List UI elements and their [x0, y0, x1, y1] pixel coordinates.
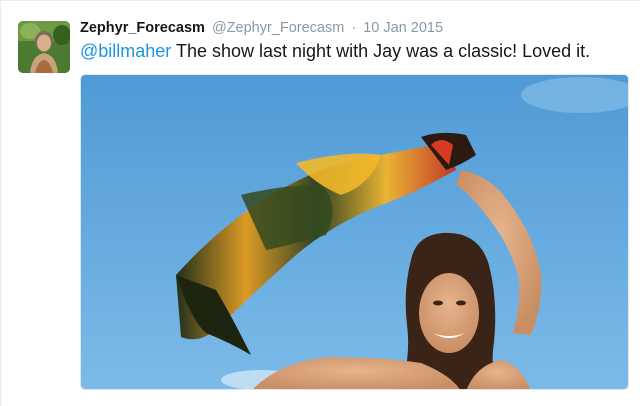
mention-link[interactable]: @billmaher	[80, 41, 171, 61]
tweet-media-photo[interactable]	[80, 74, 629, 390]
tweet-header: Zephyr_Forecasm @Zephyr_Forecasm · 10 Ja…	[80, 18, 443, 38]
tweet-text: @billmaher The show last night with Jay …	[80, 39, 590, 63]
separator-dot: ·	[351, 20, 357, 36]
user-avatar[interactable]	[18, 21, 70, 73]
display-name[interactable]: Zephyr_Forecasm	[80, 20, 205, 36]
photo-image	[81, 75, 628, 389]
tweet-body: The show last night with Jay was a class…	[171, 41, 591, 61]
avatar-image	[18, 21, 70, 73]
tweet-timestamp[interactable]: 10 Jan 2015	[363, 20, 443, 36]
user-handle[interactable]: @Zephyr_Forecasm	[212, 20, 344, 36]
tweet-card[interactable]: Zephyr_Forecasm @Zephyr_Forecasm · 10 Ja…	[0, 0, 640, 406]
